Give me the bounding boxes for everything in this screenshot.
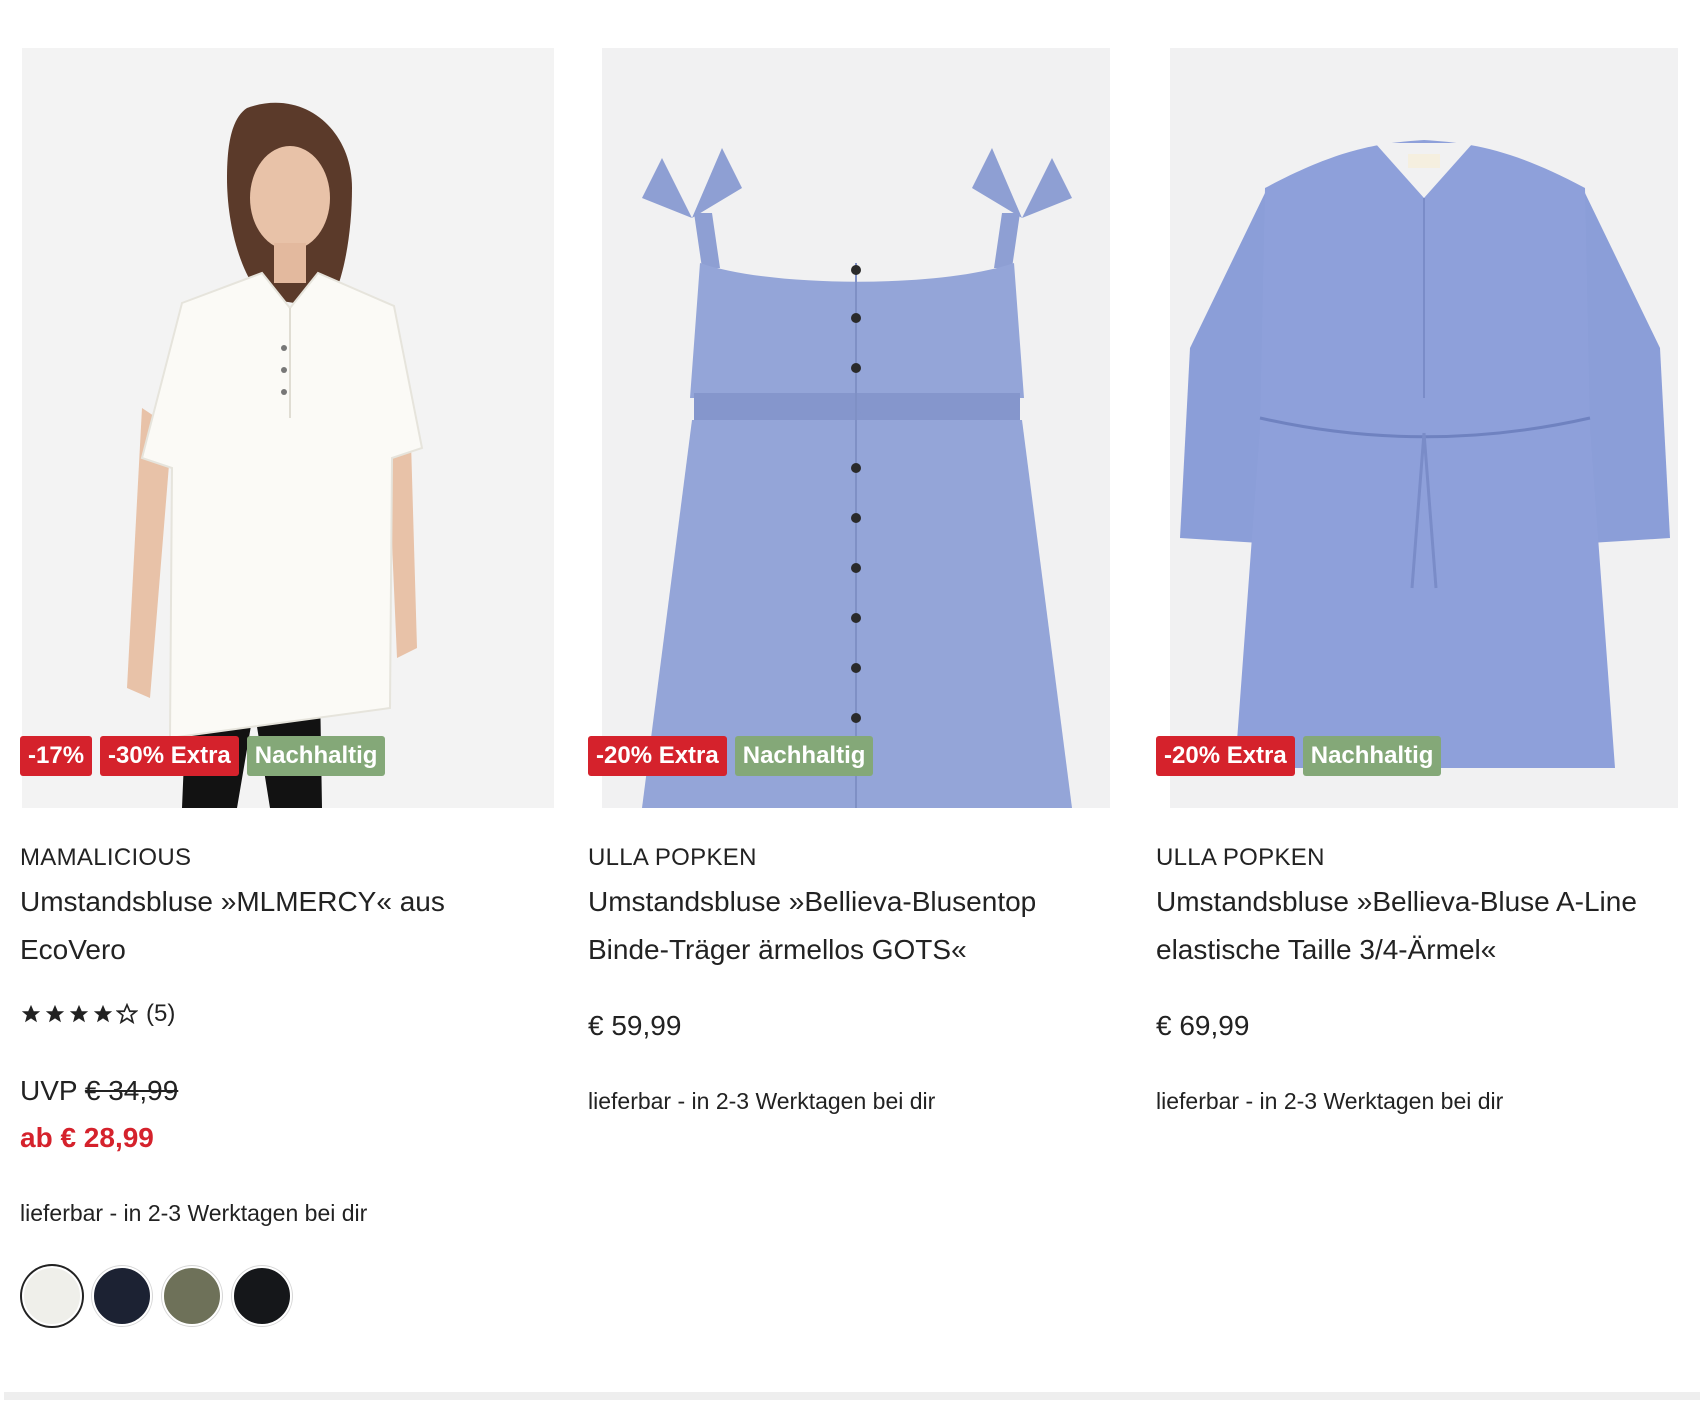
uvp-price: UVP € 34,99 (20, 1075, 178, 1107)
star-empty-icon (116, 1003, 138, 1025)
extra-discount-badge: -30% Extra (100, 736, 239, 776)
color-swatches (22, 1266, 292, 1326)
product-photo-three-quarter-sleeve-blouse (1170, 48, 1678, 808)
uvp-label: UVP (20, 1075, 78, 1106)
product-brand: MAMALICIOUS (20, 844, 192, 871)
badge-group: -20% Extra Nachhaltig (1156, 736, 1442, 776)
swatch-black[interactable] (232, 1266, 292, 1326)
product-brand: ULLA POPKEN (588, 844, 757, 871)
product-title[interactable]: Umstandsbluse »Bellieva-Bluse A-Line ela… (1156, 878, 1676, 974)
product-image[interactable] (602, 48, 1110, 808)
product-photo-white-blouse (22, 48, 554, 808)
badge-group: -17% -30% Extra Nachhaltig (20, 736, 386, 776)
product-title[interactable]: Umstandsbluse »Bellieva-Blusentop Binde-… (588, 878, 1108, 974)
product-rating[interactable]: (5) (20, 1000, 175, 1028)
star-filled-icon (69, 1004, 89, 1023)
sustainable-badge: Nachhaltig (246, 736, 386, 776)
product-price: € 59,99 (588, 1010, 682, 1041)
product-image[interactable] (22, 48, 554, 808)
original-price: € 34,99 (84, 1075, 179, 1106)
star-filled-icon (45, 1004, 65, 1023)
product-card-bellieva-blusentop[interactable]: -20% Extra Nachhaltig ULLA POPKEN Umstan… (588, 0, 1148, 1380)
section-divider (4, 1392, 1700, 1400)
sale-price: ab € 28,99 (20, 1122, 154, 1153)
delivery-info: lieferbar - in 2-3 Werktagen bei dir (1156, 1088, 1504, 1114)
product-image[interactable] (1170, 48, 1678, 808)
delivery-info: lieferbar - in 2-3 Werktagen bei dir (588, 1088, 936, 1114)
product-card-bellieva-bluse[interactable]: -20% Extra Nachhaltig ULLA POPKEN Umstan… (1156, 0, 1704, 1380)
product-brand: ULLA POPKEN (1156, 844, 1325, 871)
product-price: € 69,99 (1156, 1010, 1250, 1041)
product-title[interactable]: Umstandsbluse »MLMERCY« aus EcoVero (20, 878, 540, 974)
star-filled-icon (93, 1004, 113, 1023)
rating-count: (5) (146, 1000, 176, 1027)
product-card-mamalicious[interactable]: -17% -30% Extra Nachhaltig MAMALICIOUS U… (20, 0, 580, 1380)
swatch-white[interactable] (22, 1266, 82, 1326)
swatch-navy[interactable] (92, 1266, 152, 1326)
sustainable-badge: Nachhaltig (734, 736, 874, 776)
extra-discount-badge: -20% Extra (588, 736, 727, 776)
discount-badge: -17% (20, 736, 93, 776)
delivery-info: lieferbar - in 2-3 Werktagen bei dir (20, 1200, 368, 1226)
star-filled-icon (21, 1004, 41, 1023)
star-rating (20, 1003, 138, 1025)
badge-group: -20% Extra Nachhaltig (588, 736, 874, 776)
sustainable-badge: Nachhaltig (1302, 736, 1442, 776)
swatch-olive[interactable] (162, 1266, 222, 1326)
product-photo-sleeveless-top (602, 48, 1110, 808)
extra-discount-badge: -20% Extra (1156, 736, 1295, 776)
